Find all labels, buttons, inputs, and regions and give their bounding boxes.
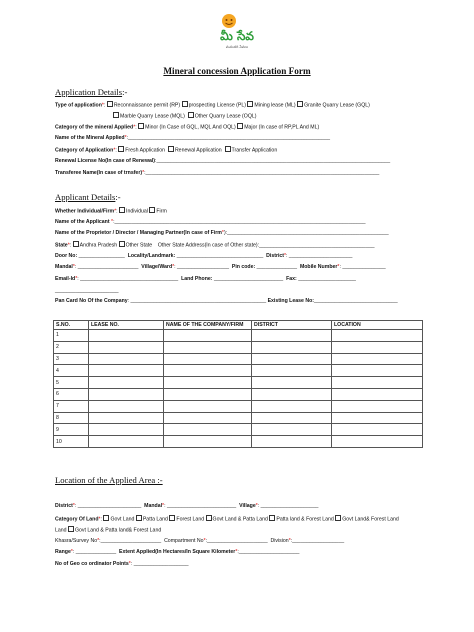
- mineral-name-row: Name of the Mineral Applied*:___________…: [55, 135, 330, 141]
- checkbox-icon[interactable]: [187, 112, 194, 118]
- table-row[interactable]: 7: [53, 399, 423, 413]
- state-row: State*: Andhra Pradesh Other State Other…: [55, 241, 375, 249]
- logo-tagline: మనందరి సేవలు: [226, 45, 249, 49]
- smiley-logo-icon: మీ సేవ మనందరి సేవలు: [220, 14, 254, 49]
- pan-card-row: Pan Card No Of the Company: ____________…: [55, 298, 398, 304]
- table-row[interactable]: 6: [53, 387, 423, 401]
- location-heading: Location of the Applied Area :-: [55, 475, 163, 485]
- checkbox-icon[interactable]: [247, 101, 254, 107]
- checkbox-icon[interactable]: [118, 241, 125, 247]
- table-row[interactable]: 8: [53, 411, 423, 425]
- checkbox-icon[interactable]: [135, 515, 142, 521]
- table-row[interactable]: 4: [53, 364, 423, 378]
- type-of-application-row-2: Marble Quarry Lease (MQL) Other Quarry L…: [113, 112, 256, 120]
- table-row[interactable]: 3: [53, 352, 423, 366]
- table-row[interactable]: 9: [53, 423, 423, 437]
- checkbox-icon[interactable]: [181, 101, 188, 107]
- applicant-name-row: Name of the Applicant *:________________…: [55, 219, 366, 225]
- category-mineral-row: Category of the mineral Applied*: Minor …: [55, 123, 320, 131]
- col-company: NAME OF THE COMPANY/FIRM: [163, 320, 252, 330]
- col-district: DISTRICT: [251, 320, 332, 330]
- table-row[interactable]: 10: [53, 435, 423, 448]
- blank-underline: ______________________: [55, 288, 119, 294]
- contact-row: Email-Id*: _____________________________…: [55, 276, 356, 282]
- checkbox-icon[interactable]: [167, 146, 174, 152]
- checkbox-icon[interactable]: [205, 515, 212, 521]
- table-header-row: S.NO. LEASE NO. NAME OF THE COMPANY/FIRM…: [53, 320, 423, 330]
- table-row[interactable]: 2: [53, 340, 423, 354]
- form-title: Mineral concession Application Form: [163, 66, 311, 76]
- checkbox-icon[interactable]: [297, 101, 304, 107]
- category-application-row: Category of Application*: Fresh Applicat…: [55, 146, 278, 154]
- geo-points-row: No of Geo co ordinator Points*: ________…: [55, 561, 189, 567]
- lease-table: S.NO. LEASE NO. NAME OF THE COMPANY/FIRM…: [53, 320, 423, 448]
- location-admin-row: District*: ______________________ Mandal…: [55, 503, 319, 509]
- mee-seva-logo: మీ సేవ మనందరి సేవలు: [207, 12, 267, 52]
- mandal-village-row: Mandal*: _____________________ Village/W…: [55, 264, 386, 270]
- transferee-name-row: Transferee Name(In case of trnsfer)*:___…: [55, 170, 380, 176]
- checkbox-icon[interactable]: [149, 207, 156, 213]
- checkbox-icon[interactable]: [113, 112, 119, 118]
- checkbox-icon[interactable]: [335, 515, 342, 521]
- khasra-row: Khasra/Survey No*:_____________________ …: [55, 538, 345, 544]
- renewal-license-row: Renewal License No(In case of Renewal):_…: [55, 158, 391, 164]
- checkbox-icon[interactable]: [72, 241, 79, 247]
- table-row[interactable]: 1: [53, 329, 423, 342]
- checkbox-icon[interactable]: [119, 207, 126, 213]
- table-row[interactable]: 5: [53, 376, 423, 389]
- checkbox-icon[interactable]: [269, 515, 276, 521]
- land-category-row-2: Land Govt Land & Patta land& Forest Land: [55, 526, 162, 534]
- type-of-application-row: Type of application*: Reconnaissance per…: [55, 101, 370, 109]
- checkbox-icon[interactable]: [106, 101, 113, 107]
- col-location: LOCATION: [331, 320, 423, 330]
- individual-firm-row: Whether Individual/Firm*: Individual Fir…: [55, 207, 167, 215]
- application-details-heading: Application Details:-: [55, 87, 128, 97]
- checkbox-icon[interactable]: [237, 123, 244, 129]
- checkbox-icon[interactable]: [169, 515, 176, 521]
- range-row: Range*: ______________ Extent Applied(In…: [55, 549, 300, 555]
- address-row: Door No: ________________ Locality/Landm…: [55, 253, 353, 259]
- logo-text: మీ సేవ: [220, 29, 254, 43]
- checkbox-icon[interactable]: [67, 526, 74, 532]
- col-lease-no: LEASE NO.: [88, 320, 164, 330]
- proprietor-name-row: Name of the Proprietor / Director / Mana…: [55, 230, 389, 236]
- col-sno: S.NO.: [53, 320, 89, 330]
- applicant-details-heading: Applicant Details:-: [55, 192, 121, 202]
- checkbox-icon[interactable]: [103, 515, 110, 521]
- checkbox-icon[interactable]: [224, 146, 231, 152]
- land-category-row: Category Of Land*: Govt Land Patta Land …: [55, 515, 399, 523]
- checkbox-icon[interactable]: [118, 146, 125, 152]
- checkbox-icon[interactable]: [138, 123, 145, 129]
